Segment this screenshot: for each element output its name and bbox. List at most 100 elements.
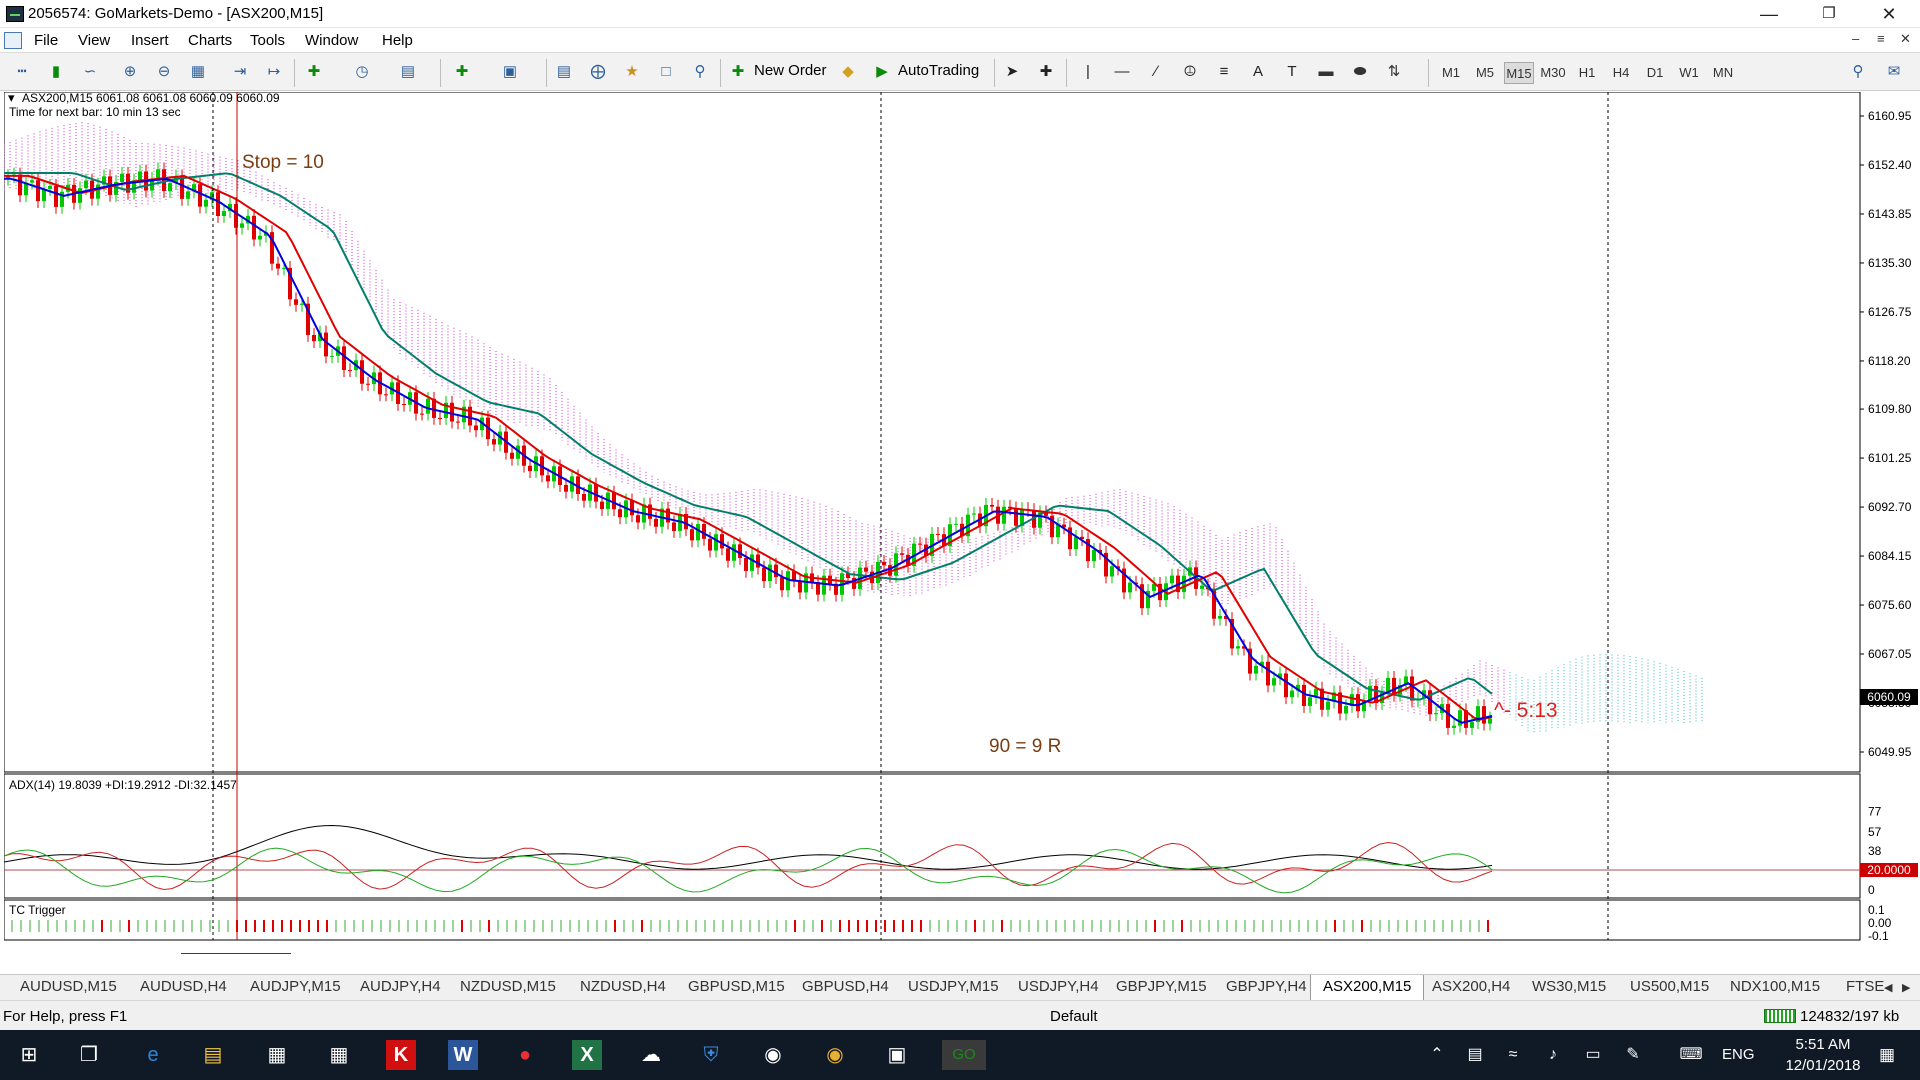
tab-gbpusd-m15[interactable]: GBPUSD,M15	[688, 978, 785, 995]
tab-asx200-m15[interactable]: ASX200,M15	[1310, 975, 1425, 1001]
autotrading-icon[interactable]: ▶	[870, 61, 894, 83]
arrows-icon[interactable]: ⇅	[1382, 61, 1406, 83]
market-watch-icon[interactable]: ▤	[552, 61, 576, 83]
zoom-out-icon[interactable]: ⊖	[152, 61, 176, 83]
tester-icon[interactable]: ⚲	[688, 61, 712, 83]
tab-usdjpy-m15[interactable]: USDJPY,M15	[908, 978, 999, 995]
tray-clock[interactable]: 5:51 AM 12/01/2018	[1778, 1034, 1868, 1076]
tab-us500-m15[interactable]: US500,M15	[1630, 978, 1709, 995]
tab-audusd-h4[interactable]: AUDUSD,H4	[140, 978, 227, 995]
tray-network-icon[interactable]: ▤	[1460, 1040, 1490, 1070]
pen-icon[interactable]: ✎	[1618, 1040, 1648, 1070]
notifications-icon[interactable]: ▦	[1872, 1040, 1902, 1070]
crosshair-icon[interactable]: ⨁	[586, 61, 610, 83]
tray-chevron-icon[interactable]: ⌃	[1422, 1040, 1452, 1070]
timeframe-h4[interactable]: H4	[1606, 62, 1636, 84]
fibonacci-icon[interactable]: ≡	[1212, 61, 1236, 83]
cursor-icon[interactable]: ➤	[1000, 61, 1024, 83]
menu-charts[interactable]: Charts	[188, 32, 232, 49]
ellipse-icon[interactable]: ⬬	[1348, 61, 1372, 83]
new-order-button[interactable]: New Order	[754, 62, 827, 79]
chart-canvas[interactable]: 6160.95 6152.40 6143.85 6135.30 6126.75 6118.…	[4, 92, 1920, 954]
metatrader-taskbar-icon[interactable]: GO	[942, 1040, 986, 1070]
edge-icon[interactable]: e	[138, 1040, 168, 1070]
mdi-restore-icon[interactable]: ≡	[1877, 31, 1885, 46]
tab-nzdusd-m15[interactable]: NZDUSD,M15	[460, 978, 556, 995]
store-icon[interactable]: ▦	[262, 1040, 292, 1070]
timeframe-d1[interactable]: D1	[1640, 62, 1670, 84]
navigator-icon[interactable]: ★	[620, 61, 644, 83]
task-view-icon[interactable]: ❐	[74, 1040, 104, 1070]
tab-gbpjpy-h4[interactable]: GBPJPY,H4	[1226, 978, 1307, 995]
mdi-minimize-icon[interactable]: –	[1852, 31, 1859, 46]
vertical-line-icon[interactable]: |	[1076, 61, 1100, 83]
crosshair-tool-icon[interactable]: ✚	[1034, 61, 1058, 83]
k-app-icon[interactable]: K	[386, 1040, 416, 1070]
volume-icon[interactable]: ♪	[1538, 1040, 1568, 1070]
tab-gbpusd-h4[interactable]: GBPUSD,H4	[802, 978, 889, 995]
remote-desktop-icon[interactable]: ▣	[882, 1040, 912, 1070]
search-icon[interactable]: ⚲	[1846, 61, 1870, 83]
trendline-icon[interactable]: ∕	[1144, 61, 1168, 83]
minimize-button[interactable]: —	[1746, 0, 1792, 28]
rectangle-icon[interactable]: ▬	[1314, 61, 1338, 83]
timeframe-m1[interactable]: M1	[1436, 62, 1466, 84]
tab-scroll-right-icon[interactable]: ▶	[1902, 981, 1910, 994]
tab-ftse[interactable]: FTSE	[1846, 978, 1884, 995]
chat-icon[interactable]: ✉	[1882, 61, 1906, 83]
tray-language[interactable]: ENG	[1722, 1046, 1755, 1063]
shield-icon[interactable]: ⛨	[696, 1040, 726, 1070]
menu-tools[interactable]: Tools	[250, 32, 285, 49]
text-label-icon[interactable]: T	[1280, 61, 1304, 83]
tab-ws30-m15[interactable]: WS30,M15	[1532, 978, 1606, 995]
tile-windows-icon[interactable]: ▦	[186, 61, 210, 83]
battery-icon[interactable]: ▭	[1578, 1040, 1608, 1070]
chart-window-icon[interactable]	[4, 32, 22, 49]
camera-icon[interactable]: ◉	[758, 1040, 788, 1070]
timeframe-mn[interactable]: MN	[1708, 62, 1738, 84]
tab-scroll-left-icon[interactable]: ◀	[1884, 981, 1892, 994]
tab-usdjpy-h4[interactable]: USDJPY,H4	[1018, 978, 1099, 995]
autoscroll-icon[interactable]: ⇥	[228, 61, 252, 83]
chart-shift-icon[interactable]: ↦	[262, 61, 286, 83]
timeframe-m30[interactable]: M30	[1538, 62, 1568, 84]
line-chart-icon[interactable]: ∽	[78, 61, 102, 83]
zoom-in-icon[interactable]: ⊕	[118, 61, 142, 83]
chart-app-icon[interactable]: ●	[510, 1040, 540, 1070]
candlestick-icon[interactable]: ▮	[44, 61, 68, 83]
horizontal-line-icon[interactable]: —	[1110, 61, 1134, 83]
wifi-icon[interactable]: ≈	[1498, 1040, 1528, 1070]
menu-help[interactable]: Help	[382, 32, 413, 49]
excel-icon[interactable]: X	[572, 1040, 602, 1070]
keyboard-icon[interactable]: ⌨	[1676, 1040, 1706, 1070]
terminal-icon[interactable]: □	[654, 61, 678, 83]
timeframe-h1[interactable]: H1	[1572, 62, 1602, 84]
timeframe-m15[interactable]: M15	[1504, 62, 1534, 84]
templates-icon[interactable]: ▤	[396, 61, 420, 83]
menu-view[interactable]: View	[78, 32, 110, 49]
periods-icon[interactable]: ◷	[350, 61, 374, 83]
timeframe-w1[interactable]: W1	[1674, 62, 1704, 84]
channel-icon[interactable]: ⦹	[1178, 61, 1202, 83]
menu-window[interactable]: Window	[305, 32, 358, 49]
mdi-close-icon[interactable]: ✕	[1900, 31, 1911, 47]
chrome-icon[interactable]: ◉	[820, 1040, 850, 1070]
text-tool-icon[interactable]: A	[1246, 61, 1270, 83]
windows-start-icon[interactable]: ⊞	[14, 1040, 44, 1070]
menu-insert[interactable]: Insert	[131, 32, 169, 49]
close-button[interactable]: ✕	[1866, 0, 1912, 28]
tab-audjpy-m15[interactable]: AUDJPY,M15	[250, 978, 341, 995]
cloud-app-icon[interactable]: ☁	[636, 1040, 666, 1070]
menu-file[interactable]: File	[34, 32, 58, 49]
timeframe-m5[interactable]: M5	[1470, 62, 1500, 84]
restore-button[interactable]: ❐	[1806, 0, 1852, 28]
autotrading-button[interactable]: AutoTrading	[898, 62, 979, 79]
bar-chart-icon[interactable]: ┅	[10, 61, 34, 83]
new-order-icon[interactable]: ✚	[726, 61, 750, 83]
tab-gbpjpy-m15[interactable]: GBPJPY,M15	[1116, 978, 1207, 995]
tab-asx200-h4[interactable]: ASX200,H4	[1432, 978, 1510, 995]
indicators-icon[interactable]: ✚	[302, 61, 326, 83]
tab-nzdusd-h4[interactable]: NZDUSD,H4	[580, 978, 666, 995]
meta-editor-icon[interactable]: ◆	[836, 61, 860, 83]
calculator-icon[interactable]: ▦	[324, 1040, 354, 1070]
